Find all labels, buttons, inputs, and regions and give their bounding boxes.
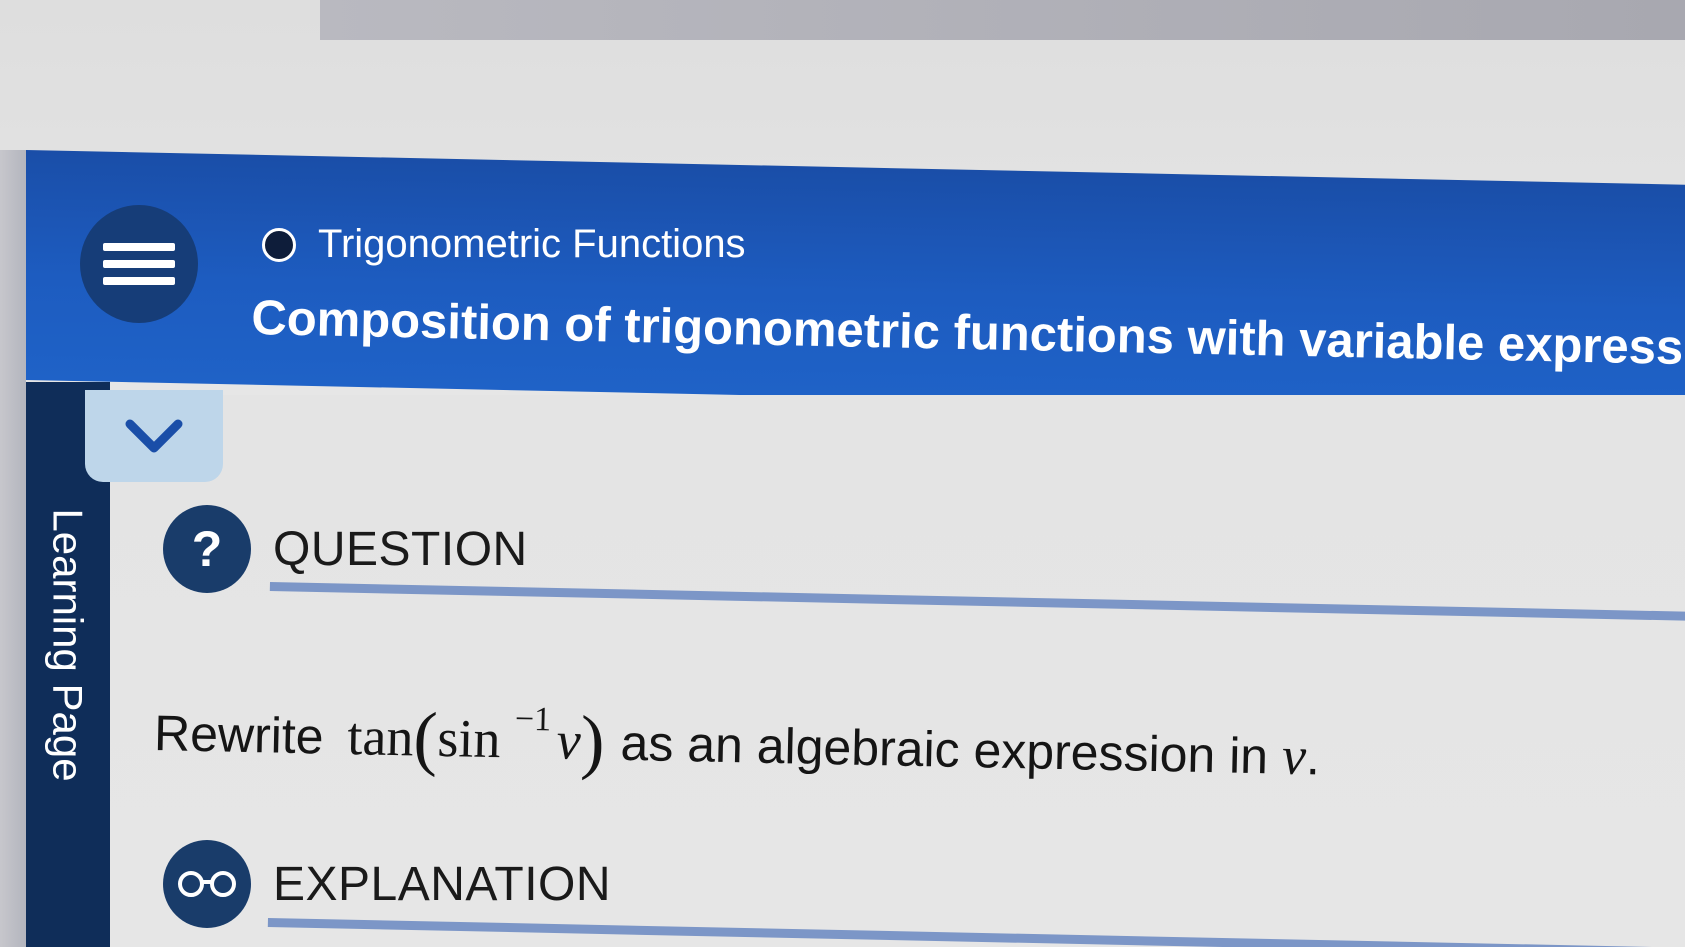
explanation-label: EXPLANATION [273, 857, 612, 911]
prompt-prefix: Rewrite [153, 704, 325, 765]
chevron-down-icon [125, 419, 183, 453]
math-exponent: −1 [514, 700, 552, 739]
top-bezel-strip [320, 0, 1685, 40]
screen: Trigonometric Functions Composition of t… [0, 0, 1685, 947]
math-variable: v [556, 710, 582, 771]
topic-bullet-icon [262, 227, 296, 262]
prompt-end: . [1305, 729, 1321, 786]
glasses-icon [163, 840, 251, 928]
collapse-button[interactable] [85, 390, 223, 482]
math-expression: tan ( sin −1 v ) [346, 694, 606, 781]
math-fn: tan [346, 706, 415, 768]
learning-page-tab-label-wrap: Learning Page [26, 485, 110, 805]
header-bar [26, 150, 1685, 415]
learning-page-tab-label: Learning Page [45, 508, 93, 782]
breadcrumb-topic: Trigonometric Functions [318, 222, 746, 266]
prompt-variable: v [1281, 725, 1307, 787]
prompt-suffix: as an algebraic expression in [620, 714, 1269, 785]
explanation-header[interactable]: EXPLANATION [163, 840, 611, 928]
question-mark-icon: ? [163, 505, 251, 593]
math-close-paren: ) [579, 700, 606, 782]
menu-button[interactable] [80, 205, 198, 323]
left-bezel [0, 150, 26, 947]
question-header: ? QUESTION [163, 505, 528, 593]
math-inner-fn: sin [436, 707, 502, 770]
math-open-paren: ( [412, 697, 439, 778]
breadcrumb[interactable]: Trigonometric Functions [262, 222, 746, 267]
hamburger-menu-icon [103, 234, 175, 294]
question-label: QUESTION [273, 522, 528, 576]
